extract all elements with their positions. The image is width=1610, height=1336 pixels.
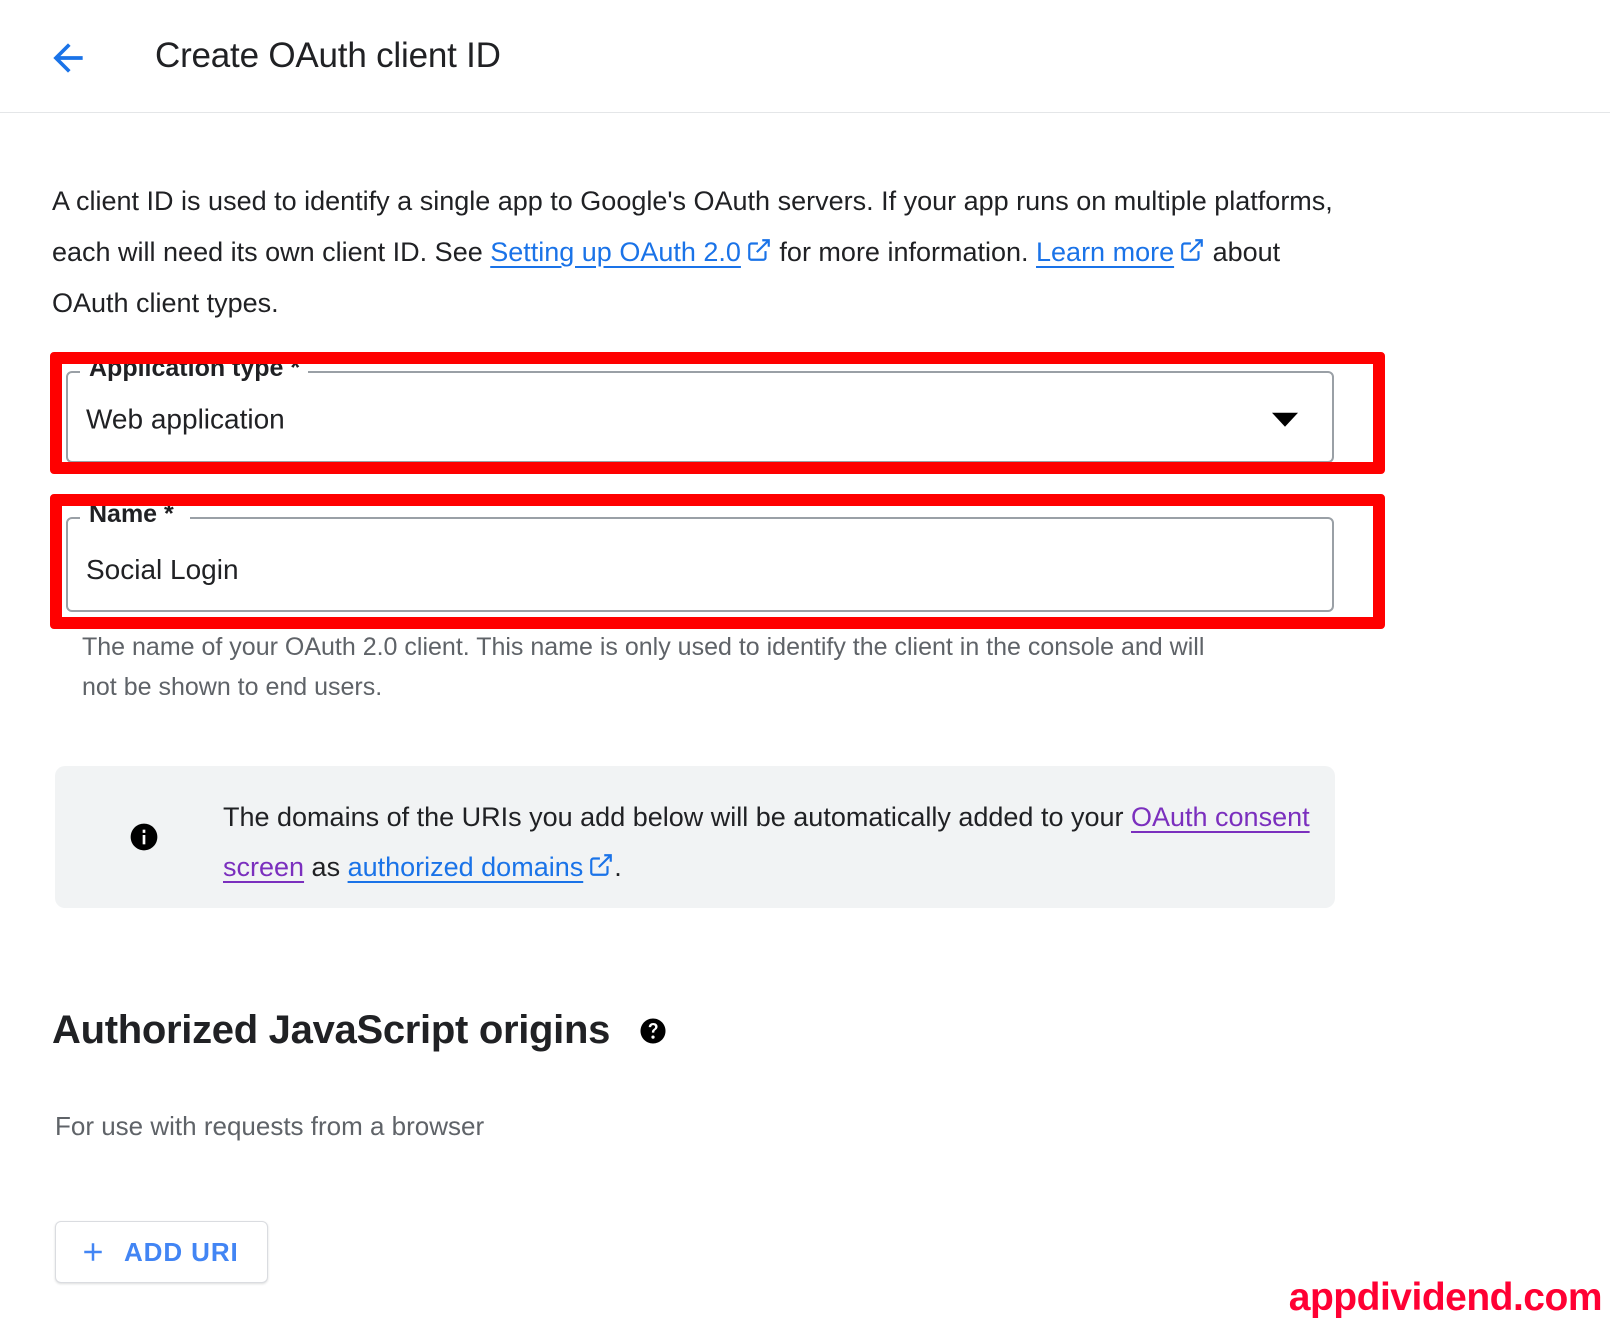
add-uri-label: ADD URI <box>124 1236 239 1267</box>
info-banner: The domains of the URIs you add below wi… <box>55 766 1335 908</box>
authorized-domains-link[interactable]: authorized domains <box>348 852 584 882</box>
learn-more-link[interactable]: Learn more <box>1036 237 1174 267</box>
info-banner-text: The domains of the URIs you add below wi… <box>223 792 1313 892</box>
back-arrow-icon[interactable] <box>40 30 96 86</box>
name-helper-text: The name of your OAuth 2.0 client. This … <box>82 633 1205 701</box>
add-uri-button[interactable]: ADD URI <box>55 1221 268 1283</box>
info-icon <box>128 821 160 853</box>
watermark: appdividend.com <box>1288 1276 1603 1319</box>
page-title: Create OAuth client ID <box>155 36 501 75</box>
authorized-domains-link-label: authorized domains <box>347 852 584 882</box>
plus-icon <box>78 1237 108 1267</box>
external-link-icon <box>746 237 772 263</box>
learn-more-link-label: Learn more <box>1036 237 1175 267</box>
setting-up-oauth2-link-label: Setting up OAuth 2.0 <box>490 237 741 267</box>
external-link-icon <box>588 852 614 878</box>
chevron-down-icon[interactable] <box>1272 412 1298 427</box>
intro-text-part2: for more information. <box>771 237 1037 267</box>
setting-up-oauth2-link[interactable]: Setting up OAuth 2.0 <box>490 237 741 267</box>
application-type-select[interactable]: Application type * Web application <box>66 354 1334 463</box>
banner-text-part2: as <box>304 852 348 882</box>
banner-text-part3: . <box>614 852 622 882</box>
external-link-icon <box>1179 237 1205 263</box>
page-header: Create OAuth client ID <box>0 0 1610 113</box>
authorized-javascript-origins-heading: Authorized JavaScript origins <box>52 1008 668 1053</box>
application-type-value: Web application <box>86 403 285 435</box>
section-subtitle: For use with requests from a browser <box>55 1111 485 1141</box>
name-value: Social Login <box>86 553 239 585</box>
name-input[interactable]: Name * Social Login <box>66 500 1334 612</box>
name-label: Name * <box>89 500 174 528</box>
create-oauth-client-page: Create OAuth client ID A client ID is us… <box>0 0 1610 1336</box>
application-type-label: Application type * <box>89 354 301 382</box>
intro-paragraph: A client ID is used to identify a single… <box>52 176 1342 329</box>
banner-text-part1: The domains of the URIs you add below wi… <box>223 802 1131 832</box>
section-heading-label: Authorized JavaScript origins <box>52 1008 611 1052</box>
help-circle-icon[interactable] <box>638 1016 668 1046</box>
